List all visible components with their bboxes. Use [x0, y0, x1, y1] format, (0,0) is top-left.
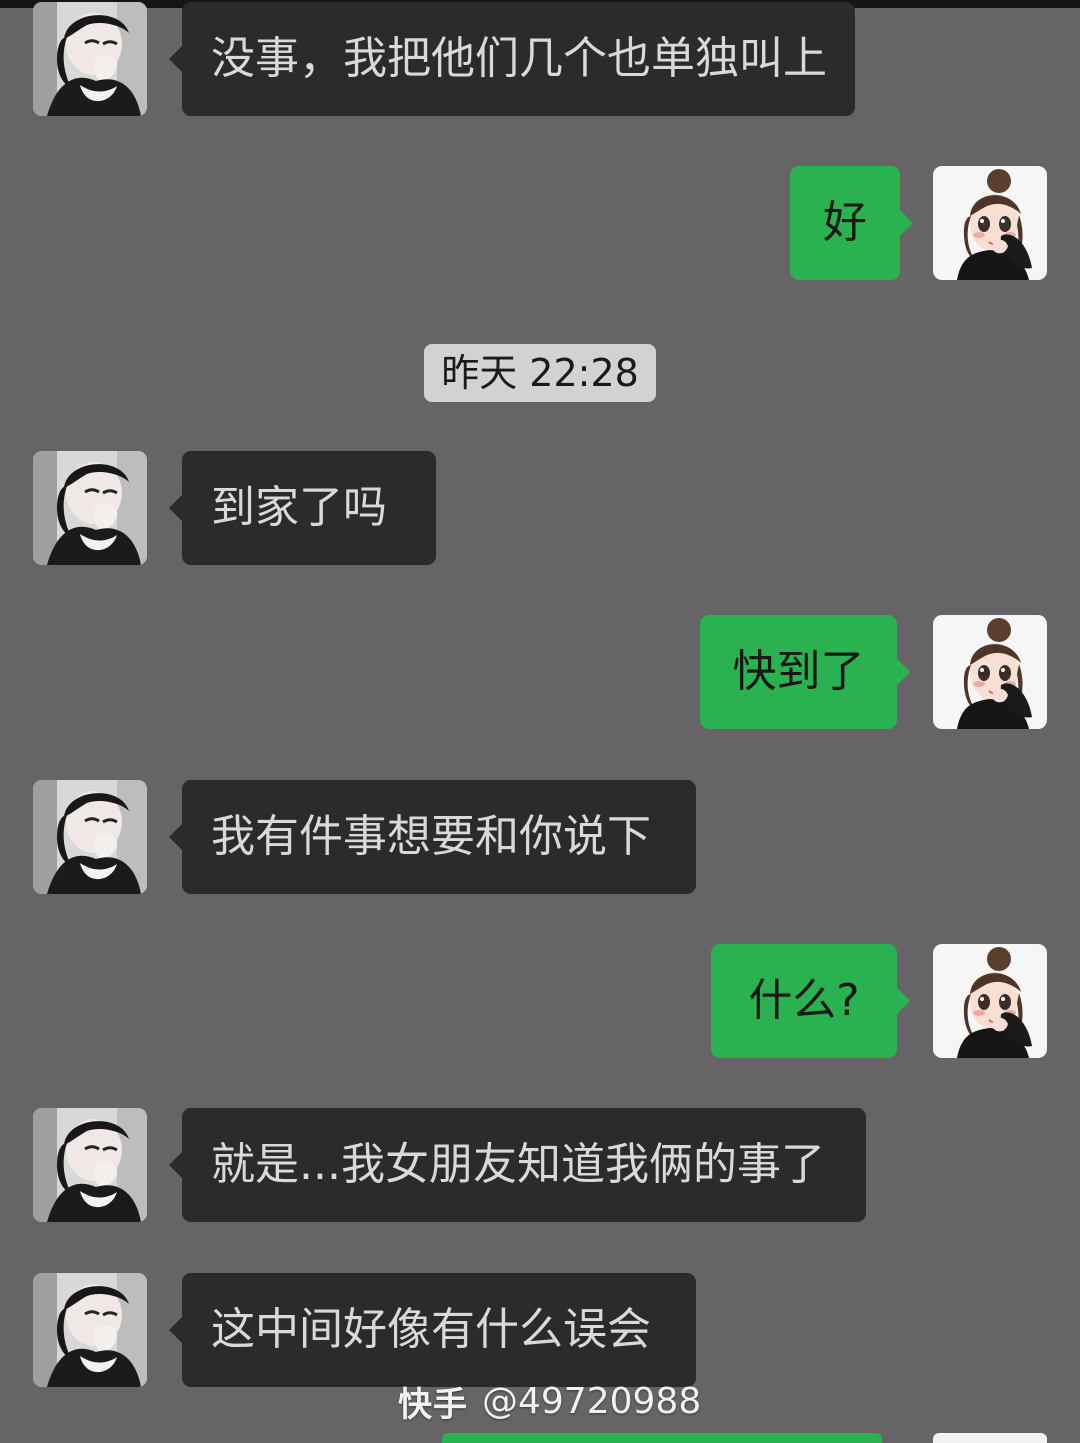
watermark-handle: @49720988: [482, 1380, 702, 1422]
partial-self-avatar[interactable]: [933, 1433, 1047, 1443]
partial-outgoing-message-bubble[interactable]: [442, 1433, 882, 1443]
outgoing-message-bubble[interactable]: 好: [790, 166, 913, 280]
message-text: 这中间好像有什么误会: [211, 1304, 651, 1355]
self-avatar[interactable]: [933, 944, 1047, 1058]
contact-avatar[interactable]: [33, 780, 147, 894]
outgoing-message-bubble[interactable]: 快到了: [700, 615, 910, 729]
incoming-message-bubble[interactable]: 这中间好像有什么误会: [169, 1273, 696, 1387]
message-text: 就是...我女朋友知道我俩的事了: [211, 1139, 825, 1190]
message-text: 我有件事想要和你说下: [211, 811, 651, 862]
incoming-message-bubble[interactable]: 到家了吗: [169, 451, 436, 565]
contact-avatar[interactable]: [33, 451, 147, 565]
message-timestamp: 昨天 22:28: [424, 344, 656, 402]
contact-avatar[interactable]: [33, 1108, 147, 1222]
incoming-message-bubble[interactable]: 我有件事想要和你说下: [169, 780, 696, 894]
chat-window[interactable]: 没事，我把他们几个也单独叫上 好 昨天 22:28 到家了吗 快到了 我有件事想…: [0, 0, 1080, 1443]
message-text: 到家了吗: [211, 482, 387, 533]
watermark-brand: 快手: [398, 1384, 468, 1425]
message-text: 快到了: [732, 646, 865, 697]
contact-avatar[interactable]: [33, 1273, 147, 1387]
message-text: 没事，我把他们几个也单独叫上: [211, 33, 827, 84]
self-avatar[interactable]: [933, 615, 1047, 729]
self-avatar[interactable]: [933, 166, 1047, 280]
message-text: 好: [823, 197, 867, 248]
contact-avatar[interactable]: [33, 2, 147, 116]
message-text: 什么?: [748, 975, 860, 1026]
incoming-message-bubble[interactable]: 就是...我女朋友知道我俩的事了: [169, 1108, 866, 1222]
watermark: 快手 @49720988: [398, 1378, 702, 1425]
incoming-message-bubble[interactable]: 没事，我把他们几个也单独叫上: [169, 2, 855, 116]
outgoing-message-bubble[interactable]: 什么?: [711, 944, 910, 1058]
